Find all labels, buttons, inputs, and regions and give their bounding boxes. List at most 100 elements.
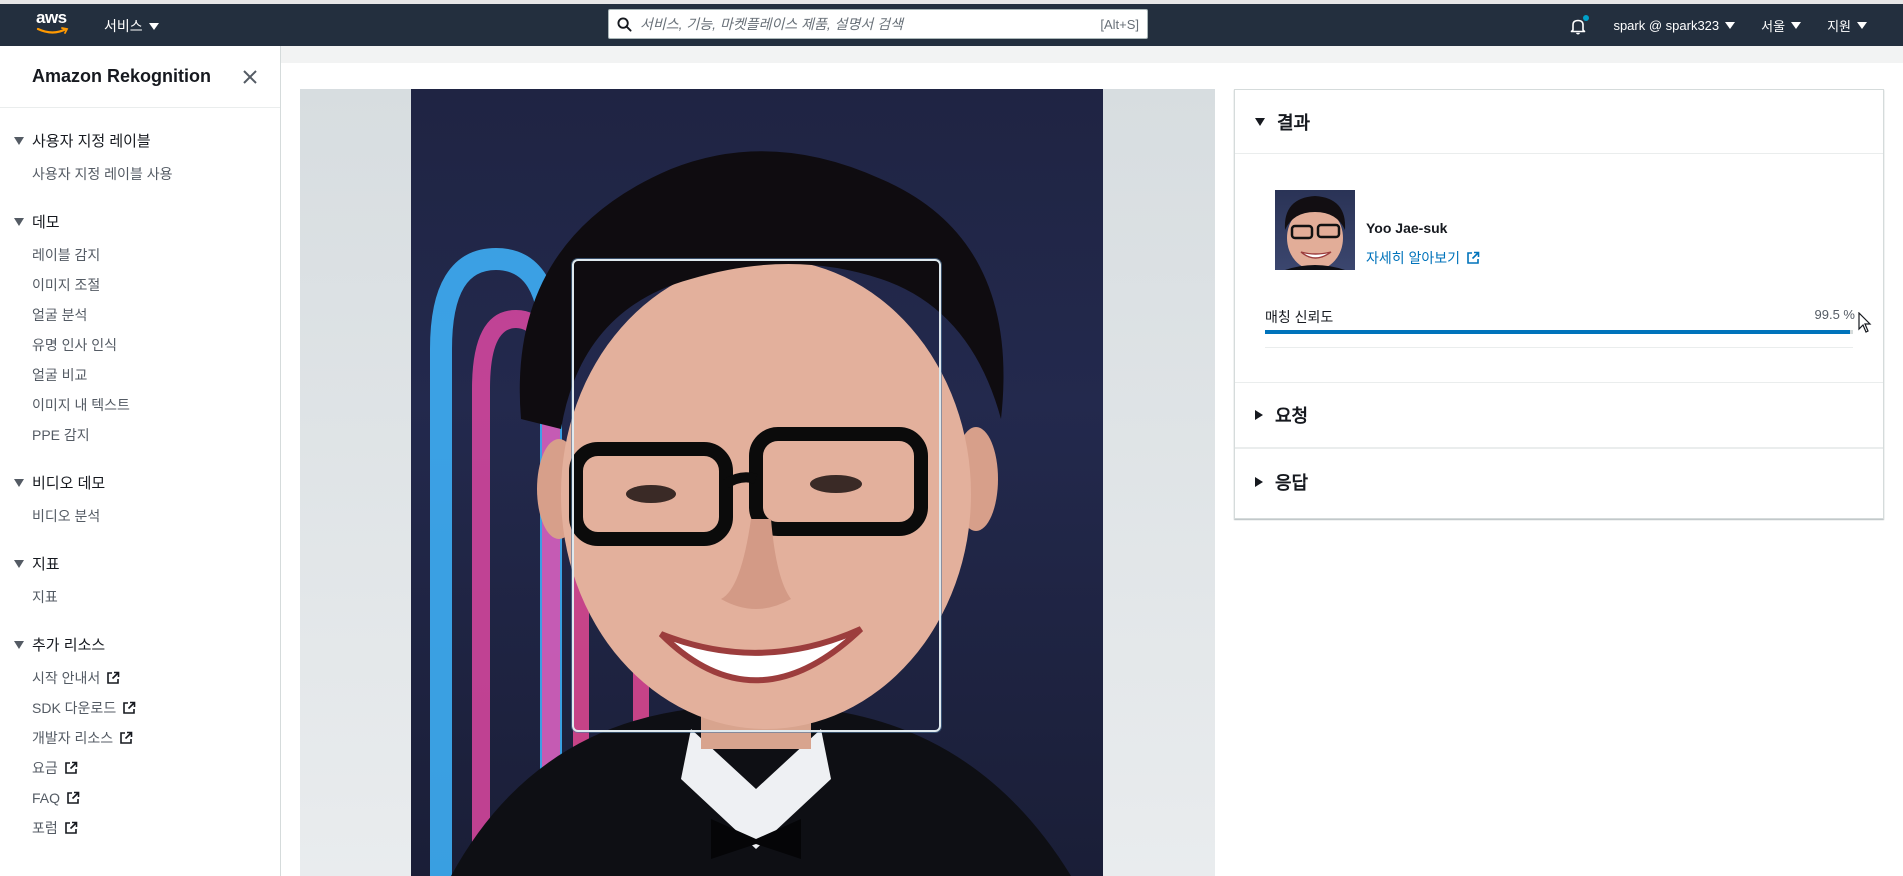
nav-section-video-demos: 비디오 데모 비디오 분석 [0, 472, 280, 531]
external-link-icon [64, 821, 78, 834]
nav-link-image-moderation[interactable]: 이미지 조절 [0, 270, 280, 300]
nav-section-header[interactable]: 사용자 지정 레이블 [0, 130, 280, 151]
nav-section-additional-resources: 추가 리소스 시작 안내서 SDK 다운로드 개발자 리소스 요금 FAQ 포럼 [0, 634, 280, 843]
notification-dot [1583, 14, 1590, 21]
chevron-down-icon [148, 22, 159, 30]
nav-link-ppe-detection[interactable]: PPE 감지 [0, 420, 280, 450]
search-input[interactable] [640, 16, 1093, 32]
support-menu-button[interactable]: 지원 [1827, 16, 1867, 35]
services-menu-button[interactable]: 서비스 [104, 16, 159, 36]
learn-more-link[interactable]: 자세히 알아보기 [1366, 248, 1480, 268]
nav-link-faq[interactable]: FAQ [0, 783, 280, 813]
caret-down-icon [14, 136, 24, 145]
learn-more-label: 자세히 알아보기 [1366, 250, 1461, 266]
response-accordion-header[interactable]: 응답 [1235, 448, 1883, 514]
caret-down-icon [14, 217, 24, 226]
face-bounding-box[interactable] [572, 259, 941, 732]
nav-section-label: 사용자 지정 레이블 [32, 133, 151, 150]
nav-link-label: FAQ [32, 790, 61, 806]
nav-link-sdk-downloads[interactable]: SDK 다운로드 [0, 693, 280, 723]
content-top-strip [281, 46, 1903, 63]
service-title[interactable]: Amazon Rekognition [32, 66, 211, 87]
notifications-button[interactable] [1569, 14, 1590, 35]
nav-link-label: PPE 감지 [32, 427, 90, 443]
nav-section-metrics: 지표 지표 [0, 553, 280, 612]
confidence-progress-bar [1265, 330, 1853, 348]
nav-section-demos: 데모 레이블 감지 이미지 조절 얼굴 분석 유명 인사 인식 얼굴 비교 이미… [0, 211, 280, 450]
response-title: 응답 [1275, 472, 1309, 493]
external-link-icon [123, 701, 136, 714]
caret-down-icon [14, 640, 24, 649]
external-link-icon [107, 671, 120, 684]
nav-link-label: 얼굴 비교 [32, 367, 88, 383]
match-confidence-label: 매칭 신뢰도 [1265, 309, 1334, 325]
nav-link-label: 이미지 내 텍스트 [32, 397, 130, 413]
nav-section-label: 비디오 데모 [32, 475, 106, 492]
celebrity-result: Yoo Jae-suk 자세히 알아보기 매칭 신뢰도 99.5 % [1235, 154, 1883, 382]
results-panel: 결과 Yoo Jae-suk 자세히 알아보기 매칭 신뢰도 99.5 % 요청… [1234, 89, 1884, 519]
nav-link-metrics[interactable]: 지표 [0, 582, 280, 612]
aws-logo-text: aws [36, 8, 67, 27]
nav-link-video-analysis[interactable]: 비디오 분석 [0, 501, 280, 531]
caret-right-icon [1255, 410, 1263, 420]
aws-logo[interactable]: aws [36, 8, 72, 40]
nav-link-label: 시작 안내서 [32, 670, 101, 686]
external-link-icon [67, 791, 80, 804]
side-navigation-header: Amazon Rekognition [0, 46, 280, 108]
nav-section-header[interactable]: 추가 리소스 [0, 634, 280, 655]
nav-link-pricing[interactable]: 요금 [0, 753, 280, 783]
external-link-icon [120, 731, 133, 744]
caret-right-icon [1255, 476, 1263, 487]
nav-link-label: 이미지 조절 [32, 277, 101, 293]
account-menu-button[interactable]: spark @ spark323 [1613, 18, 1736, 33]
nav-link-celebrity-recognition[interactable]: 유명 인사 인식 [0, 330, 280, 360]
nav-link-label-detection[interactable]: 레이블 감지 [0, 240, 280, 270]
region-label: 서울 [1761, 19, 1786, 34]
caret-down-icon [14, 559, 24, 568]
nav-section-label: 데모 [32, 214, 60, 231]
nav-link-label: SDK 다운로드 [32, 700, 117, 716]
top-navigation-bar: aws 서비스 [Alt+S] spark @ spark323 [0, 0, 1903, 46]
celebrity-name: Yoo Jae-suk [1366, 220, 1448, 236]
nav-link-label: 레이블 감지 [32, 247, 101, 263]
nav-section-header[interactable]: 비디오 데모 [0, 472, 280, 493]
mouse-cursor-icon [1858, 312, 1872, 333]
nav-section-header[interactable]: 데모 [0, 211, 280, 232]
nav-section-header[interactable]: 지표 [0, 553, 280, 574]
chevron-down-icon [1857, 22, 1867, 29]
chevron-down-icon [1791, 22, 1802, 29]
region-menu-button[interactable]: 서울 [1761, 16, 1802, 35]
nav-link-facial-analysis[interactable]: 얼굴 분석 [0, 300, 280, 330]
request-accordion-header[interactable]: 요청 [1235, 382, 1883, 448]
progress-fill [1265, 330, 1851, 334]
nav-link-getting-started[interactable]: 시작 안내서 [0, 663, 280, 693]
nav-link-face-comparison[interactable]: 얼굴 비교 [0, 360, 280, 390]
results-title: 결과 [1277, 112, 1311, 133]
nav-link-text-in-image[interactable]: 이미지 내 텍스트 [0, 390, 280, 420]
caret-down-icon [14, 478, 24, 487]
request-title: 요청 [1275, 406, 1309, 426]
match-confidence-value: 99.5 % [1814, 307, 1855, 322]
support-label: 지원 [1827, 19, 1851, 34]
nav-link-use-custom-labels[interactable]: 사용자 지정 레이블 사용 [0, 159, 280, 189]
nav-link-label: 포럼 [32, 820, 58, 836]
nav-link-label: 개발자 리소스 [32, 730, 114, 746]
nav-link-developer-resources[interactable]: 개발자 리소스 [0, 723, 280, 753]
nav-section-custom-labels: 사용자 지정 레이블 사용자 지정 레이블 사용 [0, 130, 280, 189]
close-icon[interactable] [242, 69, 258, 85]
results-accordion-header[interactable]: 결과 [1235, 90, 1883, 154]
account-label: spark @ spark323 [1613, 18, 1720, 33]
search-bar[interactable]: [Alt+S] [608, 9, 1148, 39]
aws-smile-icon [36, 27, 69, 34]
external-link-icon [64, 761, 78, 774]
nav-link-label: 요금 [32, 760, 58, 776]
nav-link-forums[interactable]: 포럼 [0, 813, 280, 843]
nav-link-label: 지표 [32, 589, 58, 605]
image-preview-panel [300, 89, 1215, 876]
celebrity-photo [411, 89, 1103, 876]
side-navigation: Amazon Rekognition 사용자 지정 레이블 사용자 지정 레이블… [0, 46, 281, 876]
nav-link-label: 얼굴 분석 [32, 307, 88, 323]
search-shortcut-hint: [Alt+S] [1100, 16, 1139, 32]
progress-baseline [1265, 347, 1853, 348]
services-label: 서비스 [104, 18, 143, 34]
